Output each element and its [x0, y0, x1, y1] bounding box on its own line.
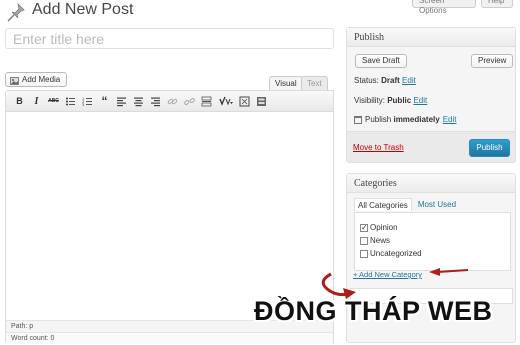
post-schedule: Publish immediately Edit: [354, 115, 457, 124]
strikethrough-icon[interactable]: ABC: [45, 94, 62, 109]
editor-content-area[interactable]: [6, 112, 333, 318]
kitchen-sink-icon[interactable]: [253, 94, 270, 109]
fullscreen-icon[interactable]: [236, 94, 253, 109]
category-label: Opinion: [370, 223, 398, 232]
post-title-input[interactable]: Enter title here: [5, 28, 334, 49]
italic-icon[interactable]: I: [28, 94, 45, 109]
unlink-icon[interactable]: [181, 94, 198, 109]
category-label: News: [370, 236, 391, 245]
categories-heading[interactable]: Categories: [347, 174, 515, 193]
page-title: Add New Post: [32, 1, 134, 18]
visibility-label: Visibility:: [354, 96, 388, 105]
pushpin-icon: [6, 2, 28, 22]
preview-button[interactable]: Preview: [471, 54, 514, 68]
checkbox[interactable]: [360, 236, 368, 245]
screen-options-button[interactable]: Screen Options: [412, 0, 476, 15]
edit-status-link[interactable]: Edit: [402, 76, 416, 85]
category-item[interactable]: News: [360, 234, 510, 247]
add-media-label: Add Media: [22, 75, 61, 84]
help-button[interactable]: Help: [481, 0, 513, 8]
svg-text:3: 3: [82, 103, 84, 107]
publish-box: Publish Save Draft Preview Status: Draft…: [346, 27, 516, 163]
status-value: Draft: [381, 76, 400, 85]
bullet-list-icon[interactable]: [62, 94, 79, 109]
tab-most-used[interactable]: Most Used: [412, 198, 459, 211]
publish-actions: Move to Trash Publish: [347, 131, 515, 162]
align-center-icon[interactable]: [130, 94, 147, 109]
checkbox-checked[interactable]: ✓: [360, 223, 368, 232]
publish-button[interactable]: Publish: [469, 139, 510, 157]
edit-visibility-link[interactable]: Edit: [413, 96, 427, 105]
category-tabs: All Categories Most Used: [354, 198, 459, 211]
add-new-category-link[interactable]: + Add New Category: [353, 270, 422, 279]
publish-heading[interactable]: Publish: [347, 28, 515, 47]
align-right-icon[interactable]: [147, 94, 164, 109]
schedule-value: immediately: [393, 115, 440, 124]
blockquote-icon[interactable]: “: [96, 94, 113, 109]
calendar-icon: [354, 115, 362, 124]
tab-visual[interactable]: Visual: [269, 76, 303, 90]
move-to-trash-link[interactable]: Move to Trash: [353, 143, 404, 152]
word-count: Word count: 0: [6, 332, 333, 344]
bold-icon[interactable]: B: [11, 94, 28, 109]
category-item[interactable]: Uncategorized: [360, 247, 510, 260]
align-left-icon[interactable]: [113, 94, 130, 109]
category-checklist: ✓ Opinion News Uncategorized: [354, 212, 511, 271]
spellcheck-icon[interactable]: [215, 94, 236, 109]
editor-toolbar: B I ABC 123 “: [6, 91, 333, 112]
edit-schedule-link[interactable]: Edit: [443, 115, 457, 124]
visibility-value: Public: [387, 96, 412, 105]
add-media-button[interactable]: Add Media: [5, 72, 68, 87]
post-visibility: Visibility: Public Edit: [354, 96, 427, 105]
save-draft-button[interactable]: Save Draft: [355, 54, 407, 68]
tab-all-categories[interactable]: All Categories: [354, 198, 412, 211]
watermark-logo: ĐỒNG THÁP WEB: [254, 296, 493, 326]
numbered-list-icon[interactable]: 123: [79, 94, 96, 109]
category-item[interactable]: ✓ Opinion: [360, 221, 510, 234]
link-icon[interactable]: [164, 94, 181, 109]
read-more-icon[interactable]: [198, 94, 215, 109]
status-label: Status:: [354, 76, 382, 85]
tab-text[interactable]: Text: [301, 76, 328, 90]
checkbox[interactable]: [360, 249, 368, 258]
category-label: Uncategorized: [370, 249, 422, 258]
schedule-label: Publish: [365, 115, 394, 124]
media-icon: [10, 76, 19, 85]
post-status: Status: Draft Edit: [354, 76, 416, 85]
